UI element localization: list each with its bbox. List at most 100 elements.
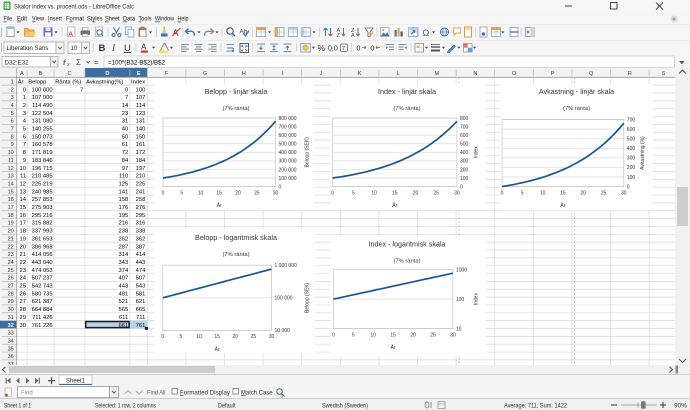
svg-text:E: E — [137, 71, 141, 77]
svg-text:Index - logaritmisk skala: Index - logaritmisk skala — [368, 239, 445, 248]
svg-text:Find: Find — [21, 390, 33, 396]
svg-text:Index: Index — [474, 146, 480, 159]
svg-text:262: 262 — [119, 236, 129, 242]
svg-text:197: 197 — [136, 166, 146, 172]
svg-text:287: 287 — [119, 244, 129, 250]
svg-text:27: 27 — [20, 299, 26, 305]
svg-text:107 000: 107 000 — [32, 95, 53, 101]
svg-text:A: A — [141, 43, 147, 52]
svg-text:110: 110 — [119, 174, 128, 180]
svg-text:Find All: Find All — [147, 390, 166, 396]
svg-text:P: P — [551, 71, 555, 77]
svg-text:97: 97 — [122, 166, 128, 172]
svg-text:Edit: Edit — [17, 16, 27, 23]
svg-text:362: 362 — [136, 236, 146, 242]
svg-text:300 000: 300 000 — [279, 159, 297, 165]
svg-text:36: 36 — [8, 354, 14, 360]
svg-text:R: R — [628, 71, 632, 77]
svg-text:29: 29 — [8, 299, 14, 305]
svg-text:1000: 1000 — [456, 268, 467, 274]
svg-text:140 255: 140 255 — [32, 127, 53, 133]
svg-text:M: M — [434, 71, 439, 77]
svg-text:20: 20 — [233, 334, 239, 340]
svg-text:150: 150 — [136, 134, 146, 140]
svg-text:Window: Window — [155, 16, 174, 23]
svg-text:10: 10 — [370, 332, 376, 338]
svg-text:700 000: 700 000 — [279, 124, 297, 130]
svg-text:29: 29 — [20, 315, 26, 321]
svg-text:257 853: 257 853 — [32, 197, 53, 203]
svg-text:210 485: 210 485 — [32, 174, 53, 180]
svg-text:210: 210 — [136, 174, 146, 180]
svg-text:1: 1 — [23, 95, 26, 101]
svg-text:241: 241 — [136, 189, 146, 195]
svg-text:500: 500 — [460, 142, 469, 148]
svg-text:0: 0 — [627, 184, 630, 190]
svg-text:240 985: 240 985 — [32, 189, 53, 195]
svg-text:23: 23 — [122, 111, 128, 117]
svg-text:10: 10 — [196, 334, 202, 340]
svg-text:År: År — [18, 78, 24, 85]
svg-text:20: 20 — [235, 190, 241, 196]
svg-text:600: 600 — [627, 127, 636, 133]
svg-text:J: J — [320, 71, 323, 77]
svg-text:S: S — [662, 71, 666, 77]
svg-text:665: 665 — [136, 307, 146, 313]
svg-text:10: 10 — [71, 46, 78, 52]
svg-text:11: 11 — [8, 158, 14, 164]
svg-text:Belopp - linjär skala: Belopp - linjär skala — [205, 87, 268, 96]
svg-text:122 504: 122 504 — [32, 111, 54, 117]
svg-text:7: 7 — [23, 142, 26, 148]
svg-text:195: 195 — [119, 213, 129, 219]
svg-text:107: 107 — [136, 95, 146, 101]
svg-text:374: 374 — [119, 268, 129, 274]
svg-text:800 000: 800 000 — [279, 116, 297, 122]
svg-text:=100*(B32-B$2)/B$2: =100*(B32-B$2)/B$2 — [108, 59, 166, 66]
svg-text:10: 10 — [198, 190, 204, 196]
svg-text:Sheet1: Sheet1 — [66, 378, 86, 384]
svg-text:Index - linjär skala: Index - linjär skala — [378, 87, 436, 96]
svg-text:16: 16 — [8, 197, 14, 203]
svg-text:30: 30 — [454, 190, 460, 196]
svg-text:7: 7 — [80, 87, 83, 93]
svg-text:20: 20 — [20, 244, 26, 250]
svg-text:31: 31 — [8, 315, 14, 321]
svg-text:25: 25 — [251, 334, 257, 340]
svg-text:Selected: 1 row, 2 columns: Selected: 1 row, 2 columns — [95, 403, 156, 409]
svg-text:581: 581 — [136, 291, 146, 297]
svg-text:7: 7 — [342, 46, 345, 52]
svg-text:H: H — [242, 71, 246, 77]
svg-text:28: 28 — [8, 291, 14, 297]
svg-text:100 000: 100 000 — [275, 296, 293, 302]
svg-text:Liberation Sans: Liberation Sans — [7, 46, 49, 52]
svg-text:30: 30 — [20, 323, 26, 329]
svg-text:20: 20 — [8, 229, 14, 235]
svg-text:Index: Index — [474, 293, 480, 306]
svg-text:17: 17 — [20, 221, 26, 227]
svg-text:300: 300 — [460, 159, 469, 165]
svg-text:543: 543 — [136, 284, 146, 290]
svg-text:0: 0 — [460, 184, 463, 190]
svg-text:14: 14 — [8, 181, 14, 187]
svg-text:13: 13 — [8, 174, 14, 180]
svg-text:443 040: 443 040 — [32, 260, 53, 266]
svg-text:13: 13 — [20, 189, 26, 195]
svg-text:26: 26 — [8, 276, 14, 282]
svg-text:316: 316 — [136, 221, 146, 227]
svg-text:18: 18 — [20, 229, 26, 235]
svg-text:474 053: 474 053 — [32, 268, 53, 274]
svg-text:A: A — [68, 31, 73, 38]
svg-text:25: 25 — [8, 268, 14, 274]
svg-text:Sheet 1 of 1: Sheet 1 of 1 — [4, 403, 32, 409]
svg-text:11: 11 — [20, 174, 26, 180]
svg-text:Avkastning(%): Avkastning(%) — [86, 79, 123, 85]
svg-text:O: O — [512, 71, 517, 77]
svg-text:30: 30 — [273, 190, 279, 196]
svg-text:500 000: 500 000 — [279, 142, 297, 148]
svg-text:27: 27 — [8, 284, 14, 290]
svg-text:0: 0 — [357, 46, 361, 53]
svg-text:10 000: 10 000 — [275, 328, 291, 334]
svg-text:Q: Q — [589, 71, 594, 77]
svg-text:5: 5 — [23, 127, 26, 133]
svg-text:2: 2 — [11, 87, 14, 93]
